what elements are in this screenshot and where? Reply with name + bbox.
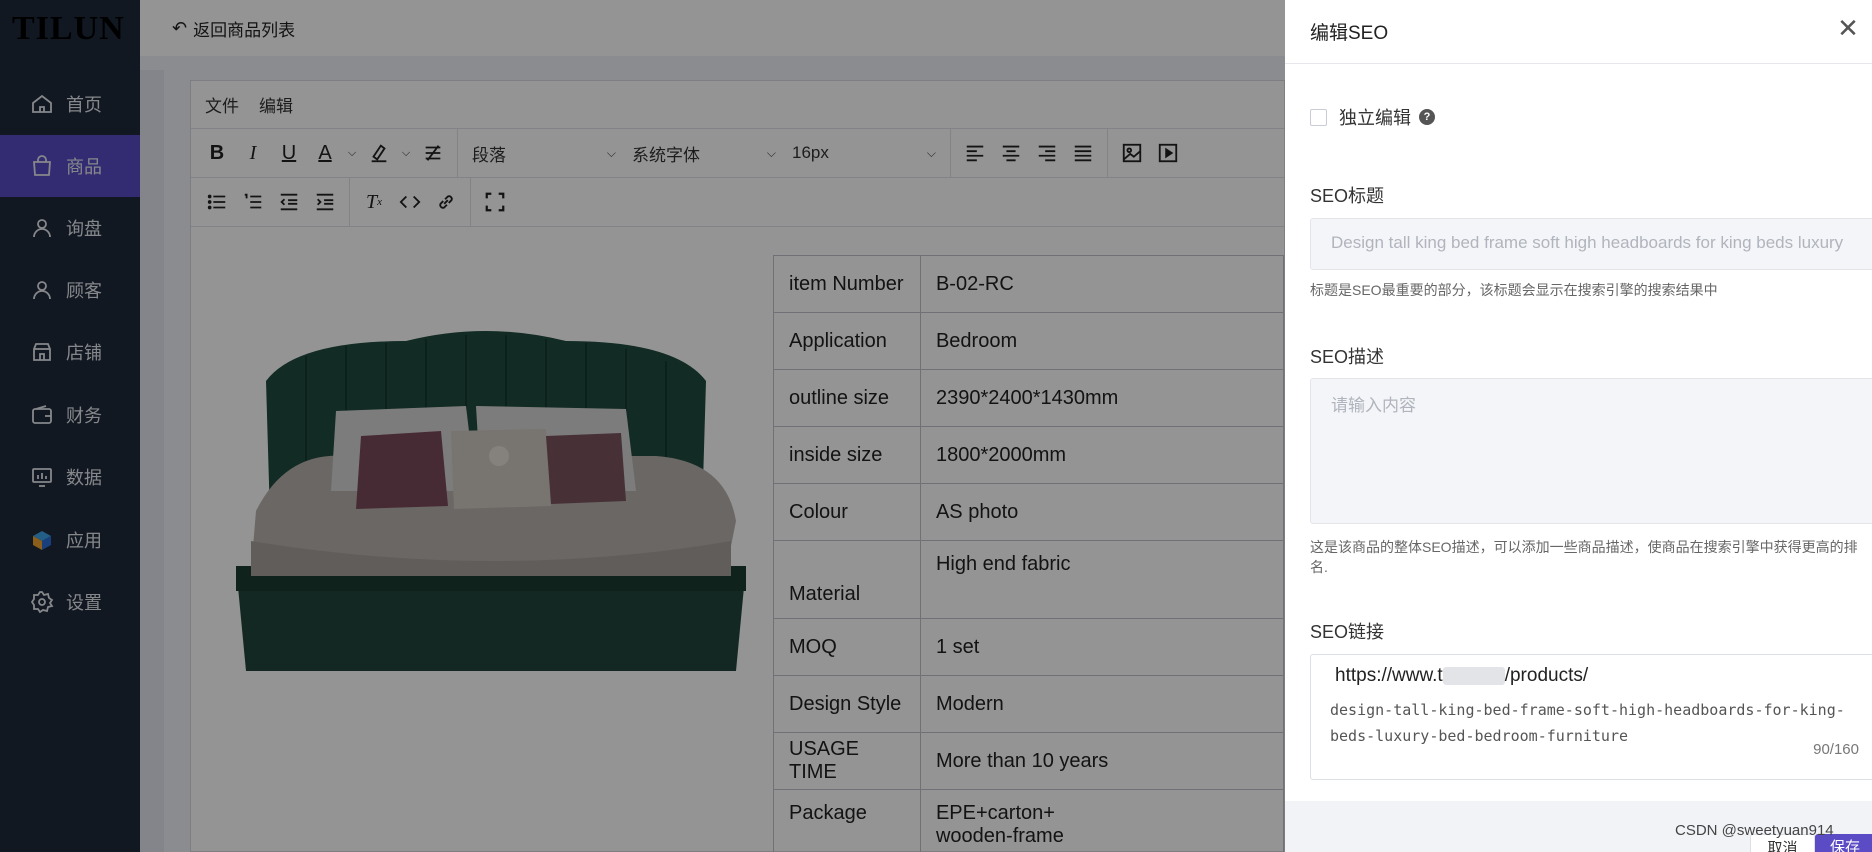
seo-description-label: SEO描述 (1310, 347, 1385, 367)
watermark-text: CSDN @sweetyuan914 (1675, 822, 1834, 839)
drawer-title: 编辑SEO (1310, 23, 1389, 44)
independent-edit-row: 独立编辑 ? (1310, 104, 1435, 130)
seo-title-label: SEO标题 (1310, 186, 1385, 206)
seo-link-prefix-start: https://www.t (1335, 665, 1443, 686)
seo-link-input[interactable]: https://www.t/products/ design-tall-king… (1310, 654, 1872, 780)
seo-link-label: SEO链接 (1310, 622, 1385, 642)
modal-overlay[interactable] (0, 0, 1285, 852)
seo-title-hint: 标题是SEO最重要的部分，该标题会显示在搜索引擎的搜索结果中 (1310, 282, 1718, 298)
drawer-header: 编辑SEO (1285, 0, 1872, 64)
redacted-domain (1442, 666, 1505, 685)
seo-link-char-counter: 90/160 (1813, 741, 1859, 758)
seo-description-hint: 这是该商品的整体SEO描述，可以添加一些商品描述，使商品在搜索引擎中获得更高的排… (1310, 539, 1858, 575)
close-icon[interactable]: ✕ (1836, 15, 1860, 41)
seo-link-prefix: https://www.t/products/ (1335, 665, 1588, 687)
seo-title-input[interactable]: Design tall king bed frame soft high hea… (1310, 218, 1872, 270)
seo-description-textarea[interactable]: 请输入内容 (1310, 378, 1872, 524)
independent-edit-label: 独立编辑 (1339, 108, 1411, 128)
seo-link-prefix-end: /products/ (1504, 665, 1589, 686)
seo-link-slug: design-tall-king-bed-frame-soft-high-hea… (1330, 701, 1845, 745)
help-icon[interactable]: ? (1419, 109, 1435, 125)
seo-drawer: 编辑SEO ✕ 独立编辑 ? SEO标题 Design tall king be… (1285, 0, 1872, 852)
independent-edit-checkbox[interactable] (1310, 108, 1327, 126)
